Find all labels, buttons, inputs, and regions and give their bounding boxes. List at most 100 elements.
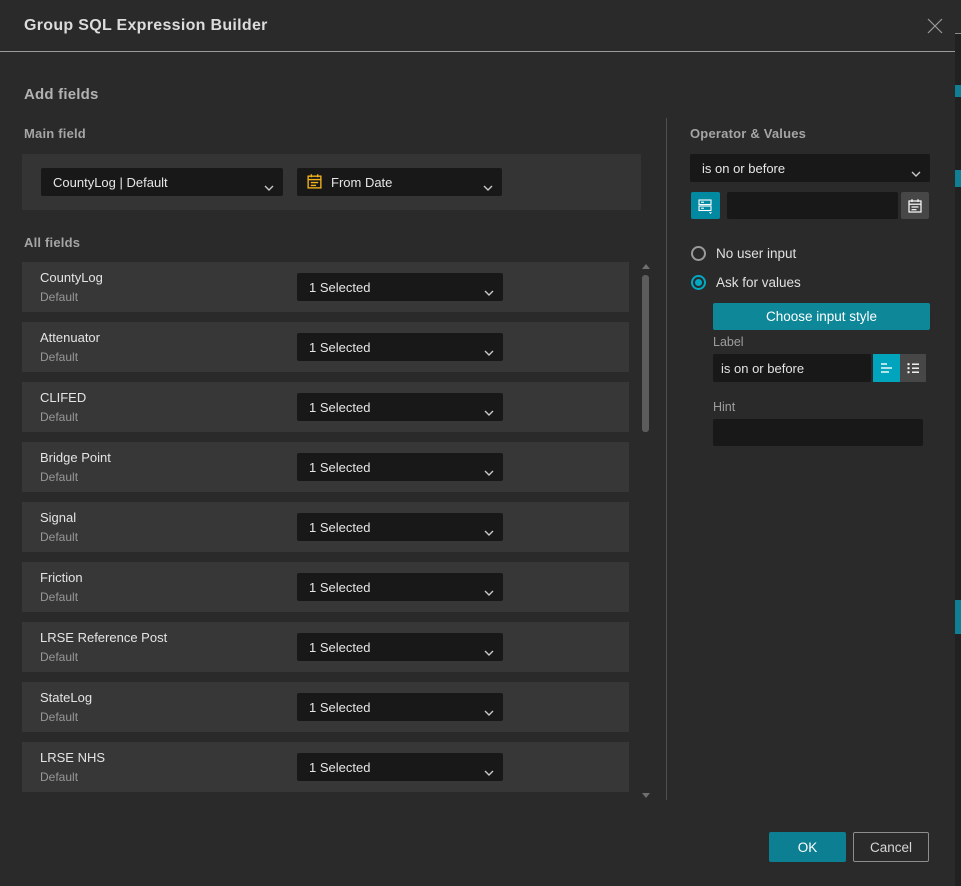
field-selection-value: 1 Selected xyxy=(309,460,370,475)
field-subtitle: Default xyxy=(40,650,78,664)
field-name: Bridge Point xyxy=(40,450,111,465)
layer-select-value: CountyLog | Default xyxy=(53,175,168,190)
operator-values-heading: Operator & Values xyxy=(690,126,806,141)
radio-label: Ask for values xyxy=(716,275,801,290)
calendar-picker-button[interactable] xyxy=(901,192,929,219)
field-subtitle: Default xyxy=(40,770,78,784)
dialog-title: Group SQL Expression Builder xyxy=(24,0,268,52)
field-selection-value: 1 Selected xyxy=(309,700,370,715)
stacked-inputs-icon xyxy=(697,197,714,214)
field-name: StateLog xyxy=(40,690,92,705)
ok-button[interactable]: OK xyxy=(769,832,846,862)
label-field-label: Label xyxy=(713,335,744,349)
field-name: CountyLog xyxy=(40,270,103,285)
field-subtitle: Default xyxy=(40,470,78,484)
all-fields-label: All fields xyxy=(24,235,80,250)
field-select[interactable]: From Date xyxy=(297,168,502,196)
field-select-value: From Date xyxy=(331,175,392,190)
scroll-down-icon[interactable] xyxy=(642,793,650,798)
field-row: LRSE Reference Post Default 1 Selected xyxy=(22,622,629,672)
align-left-lines-icon xyxy=(879,361,894,375)
field-subtitle: Default xyxy=(40,590,78,604)
field-row: Friction Default 1 Selected xyxy=(22,562,629,612)
radio-circle-icon xyxy=(691,275,706,290)
field-subtitle: Default xyxy=(40,410,78,424)
hint-field-label: Hint xyxy=(713,400,735,414)
field-row: Attenuator Default 1 Selected xyxy=(22,322,629,372)
field-selection-select[interactable]: 1 Selected xyxy=(297,393,503,421)
field-selection-select[interactable]: 1 Selected xyxy=(297,633,503,661)
chevron-down-icon xyxy=(484,704,494,719)
label-input[interactable] xyxy=(713,354,871,382)
scrollbar-thumb[interactable] xyxy=(642,275,649,432)
field-row: Bridge Point Default 1 Selected xyxy=(22,442,629,492)
calendar-date-icon xyxy=(306,173,323,193)
field-selection-select[interactable]: 1 Selected xyxy=(297,753,503,781)
field-selection-select[interactable]: 1 Selected xyxy=(297,693,503,721)
field-subtitle: Default xyxy=(40,290,78,304)
field-name: Friction xyxy=(40,570,83,585)
chevron-down-icon xyxy=(484,404,494,419)
add-fields-heading: Add fields xyxy=(24,86,99,103)
field-name: LRSE Reference Post xyxy=(40,630,167,645)
radio-label: No user input xyxy=(716,246,796,261)
calendar-icon xyxy=(907,198,923,214)
field-name: LRSE NHS xyxy=(40,750,105,765)
field-name: Attenuator xyxy=(40,330,100,345)
field-subtitle: Default xyxy=(40,530,78,544)
field-selection-value: 1 Selected xyxy=(309,760,370,775)
list-input-style-button[interactable] xyxy=(900,354,926,382)
single-input-style-button[interactable] xyxy=(873,354,900,382)
chevron-down-icon xyxy=(484,344,494,359)
scroll-up-icon[interactable] xyxy=(642,264,650,269)
list-scrollbar[interactable] xyxy=(641,262,650,800)
field-row: CLIFEDDefault1 Selected xyxy=(22,382,629,432)
field-selection-select[interactable]: 1 Selected xyxy=(297,453,503,481)
main-field-box: CountyLog | Default From Date xyxy=(22,154,641,210)
chevron-down-icon xyxy=(264,179,274,194)
bullet-list-icon xyxy=(906,361,921,375)
field-subtitle: Default xyxy=(40,350,78,364)
field-selection-select[interactable]: 1 Selected xyxy=(297,573,503,601)
input-type-selector-button[interactable] xyxy=(691,192,720,219)
background-page-edge xyxy=(955,0,961,886)
chevron-down-icon xyxy=(484,584,494,599)
field-row: LRSE NHS Default 1 Selected xyxy=(22,742,629,792)
field-selection-value: 1 Selected xyxy=(309,520,370,535)
field-selection-select[interactable]: 1 Selected xyxy=(297,513,503,541)
hint-input[interactable] xyxy=(713,419,923,446)
chevron-down-icon xyxy=(483,179,493,194)
layer-select[interactable]: CountyLog | Default xyxy=(41,168,283,196)
chevron-down-icon xyxy=(911,165,921,180)
radio-no-user-input[interactable]: No user input xyxy=(691,245,796,261)
close-icon[interactable] xyxy=(925,16,945,36)
operator-select-value: is on or before xyxy=(702,161,785,176)
dialog-titlebar: Group SQL Expression Builder xyxy=(0,0,955,52)
main-field-label: Main field xyxy=(24,126,86,141)
panel-divider xyxy=(666,118,667,800)
field-row: Signal Default 1 Selected xyxy=(22,502,629,552)
field-selection-value: 1 Selected xyxy=(309,340,370,355)
date-value-input[interactable] xyxy=(727,192,898,219)
all-fields-list: CountyLog Default 1 Selected Attenuator Defa… xyxy=(22,262,629,802)
field-row: StateLogDefault1 Selected xyxy=(22,682,629,732)
field-selection-select[interactable]: 1 Selected xyxy=(297,273,503,301)
operator-select[interactable]: is on or before xyxy=(690,154,930,182)
field-row: CountyLog Default 1 Selected xyxy=(22,262,629,312)
chevron-down-icon xyxy=(484,464,494,479)
chevron-down-icon xyxy=(484,644,494,659)
cancel-button[interactable]: Cancel xyxy=(853,832,929,862)
field-selection-value: 1 Selected xyxy=(309,400,370,415)
group-sql-expression-builder-dialog: Group SQL Expression Builder Add fields … xyxy=(0,0,961,886)
field-selection-value: 1 Selected xyxy=(309,580,370,595)
field-selection-value: 1 Selected xyxy=(309,640,370,655)
radio-circle-icon xyxy=(691,246,706,261)
field-name: Signal xyxy=(40,510,76,525)
chevron-down-icon xyxy=(484,524,494,539)
radio-ask-for-values[interactable]: Ask for values xyxy=(691,274,801,290)
choose-input-style-button[interactable]: Choose input style xyxy=(713,303,930,330)
chevron-down-icon xyxy=(484,764,494,779)
field-selection-select[interactable]: 1 Selected xyxy=(297,333,503,361)
chevron-down-icon xyxy=(484,284,494,299)
field-selection-value: 1 Selected xyxy=(309,280,370,295)
